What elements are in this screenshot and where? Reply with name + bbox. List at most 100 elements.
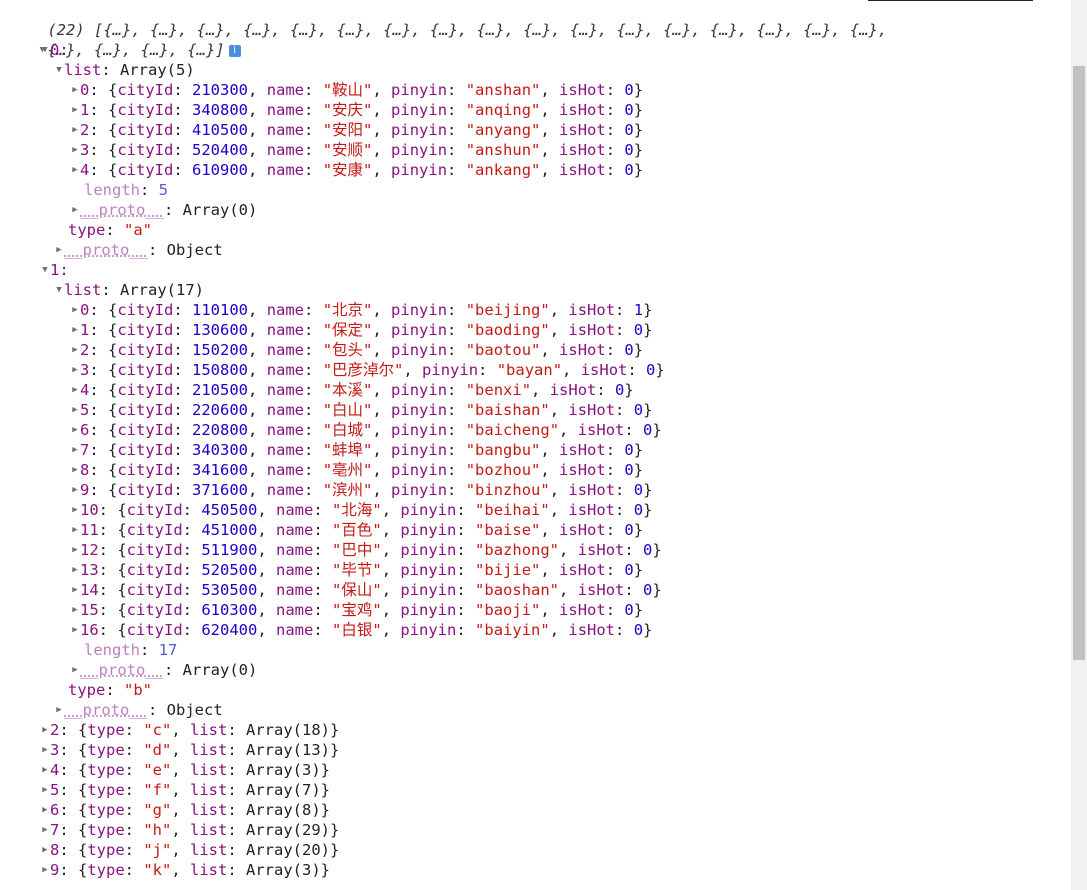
collapsed-group-row[interactable]: ▶ 5: {type: "f", list: Array(7)} [0, 780, 1071, 800]
triangle-right-icon[interactable]: ▶ [70, 540, 80, 561]
list-item[interactable]: ▶ 4: {cityId: 610900, name: "安康", pinyin:… [0, 160, 1071, 180]
triangle-right-icon[interactable]: ▶ [70, 200, 80, 221]
list-item[interactable]: ▶ 2: {cityId: 410500, name: "安阳", pinyin:… [0, 120, 1071, 140]
triangle-down-icon[interactable]: ▼ [54, 280, 64, 301]
triangle-right-icon[interactable]: ▶ [70, 320, 80, 341]
triangle-down-icon[interactable]: ▼ [40, 40, 50, 61]
list-item[interactable]: ▶ 0: {cityId: 210300, name: "鞍山", pinyin:… [0, 80, 1071, 100]
list-item[interactable]: ▶ 0: {cityId: 110100, name: "北京", pinyin:… [0, 300, 1071, 320]
collapsed-group-row[interactable]: ▶ 9: {type: "k", list: Array(3)} [0, 860, 1071, 880]
name-key: name [266, 441, 305, 459]
triangle-right-icon[interactable]: ▶ [70, 620, 80, 641]
triangle-right-icon[interactable]: ▶ [70, 160, 80, 181]
list-item[interactable]: ▶ 4: {cityId: 210500, name: "本溪", pinyin:… [0, 380, 1071, 400]
triangle-right-icon[interactable]: ▶ [40, 840, 50, 861]
triangle-right-icon[interactable]: ▶ [40, 780, 50, 801]
triangle-right-icon[interactable]: ▶ [70, 600, 80, 621]
list-item[interactable]: ▶ 13: {cityId: 520500, name: "毕节", pinyin… [0, 560, 1071, 580]
list-item[interactable]: ▶ 12: {cityId: 511900, name: "巴中", pinyin… [0, 540, 1071, 560]
list-row[interactable]: ▼ list: Array(17) [0, 280, 1071, 300]
list-item[interactable]: ▶ 1: {cityId: 130600, name: "保定", pinyin:… [0, 320, 1071, 340]
triangle-right-icon[interactable]: ▶ [70, 80, 80, 101]
list-item[interactable]: ▶ 7: {cityId: 340300, name: "蚌埠", pinyin:… [0, 440, 1071, 460]
collapsed-group-row[interactable]: ▶ 3: {type: "d", list: Array(13)} [0, 740, 1071, 760]
name-key: name [266, 401, 305, 419]
proto-array-row[interactable]: ▶ __proto__: Array(0) [0, 200, 1071, 220]
triangle-right-icon[interactable]: ▶ [40, 740, 50, 761]
triangle-right-icon[interactable]: ▶ [70, 380, 80, 401]
triangle-right-icon[interactable]: ▶ [40, 800, 50, 821]
list-item[interactable]: ▶ 5: {cityId: 220600, name: "白山", pinyin:… [0, 400, 1071, 420]
triangle-right-icon[interactable]: ▶ [70, 100, 80, 121]
list-item[interactable]: ▶ 3: {cityId: 520400, name: "安顺", pinyin:… [0, 140, 1071, 160]
isHot-key: isHot [559, 441, 606, 459]
name-value: "蚌埠" [322, 441, 373, 459]
list-item[interactable]: ▶ 1: {cityId: 340800, name: "安庆", pinyin:… [0, 100, 1071, 120]
collapsed-group-row[interactable]: ▶ 2: {type: "c", list: Array(18)} [0, 720, 1071, 740]
triangle-right-icon[interactable]: ▶ [40, 820, 50, 841]
collapsed-group-row[interactable]: ▶ 6: {type: "g", list: Array(8)} [0, 800, 1071, 820]
root-summary-row[interactable]: (22) [{…}, {…}, {…}, {…}, {…}, {…}, {…},… [0, 0, 1071, 39]
pinyin-value: "bayan" [496, 361, 563, 379]
triangle-right-icon[interactable]: ▶ [70, 360, 80, 381]
triangle-right-icon[interactable]: ▶ [70, 140, 80, 161]
triangle-right-icon[interactable]: ▶ [54, 700, 64, 721]
type-value: "e" [143, 761, 172, 779]
triangle-right-icon[interactable]: ▶ [70, 520, 80, 541]
group-row-0[interactable]: ▼ 0: [0, 40, 1071, 60]
triangle-right-icon[interactable]: ▶ [40, 860, 50, 881]
collapsed-group-row[interactable]: ▶ 4: {type: "e", list: Array(3)} [0, 760, 1071, 780]
list-item[interactable]: ▶ 9: {cityId: 371600, name: "滨州", pinyin:… [0, 480, 1071, 500]
list-item[interactable]: ▶ 6: {cityId: 220800, name: "白城", pinyin:… [0, 420, 1071, 440]
item-index: 2 [80, 121, 90, 139]
list-item[interactable]: ▶ 15: {cityId: 610300, name: "宝鸡", pinyin… [0, 600, 1071, 620]
scrollbar-thumb[interactable] [1073, 66, 1085, 660]
proto-object-row[interactable]: ▶ __proto__: Object [0, 240, 1071, 260]
triangle-down-icon[interactable]: ▼ [40, 260, 50, 281]
pinyin-key: pinyin [391, 481, 448, 499]
list-item[interactable]: ▶ 2: {cityId: 150200, name: "包头", pinyin:… [0, 340, 1071, 360]
item-index: 4 [80, 381, 90, 399]
list-label: Array(17) [120, 281, 204, 299]
proto-array-row[interactable]: ▶ __proto__: Array(0) [0, 660, 1071, 680]
list-item[interactable]: ▶ 16: {cityId: 620400, name: "白银", pinyin… [0, 620, 1071, 640]
root-summary-row-2[interactable]: ▼ {…}, {…}, {…}, {…}] i [0, 20, 1071, 59]
list-label: Array(5) [120, 61, 195, 79]
isHot-value: 0 [624, 121, 634, 139]
triangle-right-icon[interactable]: ▶ [40, 720, 50, 741]
item-index: 5 [80, 401, 90, 419]
triangle-right-icon[interactable]: ▶ [70, 420, 80, 441]
list-item[interactable]: ▶ 10: {cityId: 450500, name: "北海", pinyin… [0, 500, 1071, 520]
triangle-right-icon[interactable]: ▶ [70, 120, 80, 141]
triangle-right-icon[interactable]: ▶ [40, 760, 50, 781]
collapsed-group-row[interactable]: ▶ 8: {type: "j", list: Array(20)} [0, 840, 1071, 860]
triangle-right-icon[interactable]: ▶ [70, 580, 80, 601]
cityId-value: 340800 [192, 101, 249, 119]
item-index: 10 [80, 501, 99, 519]
proto-object-row[interactable]: ▶ __proto__: Object [0, 700, 1071, 720]
group-index: 3 [50, 741, 60, 759]
item-index: 7 [80, 441, 90, 459]
collapsed-group-row[interactable]: ▶ 7: {type: "h", list: Array(29)} [0, 820, 1071, 840]
cityId-key: cityId [117, 441, 174, 459]
triangle-right-icon[interactable]: ▶ [70, 440, 80, 461]
triangle-right-icon[interactable]: ▶ [70, 560, 80, 581]
item-index: 15 [80, 601, 99, 619]
list-item[interactable]: ▶ 14: {cityId: 530500, name: "保山", pinyin… [0, 580, 1071, 600]
triangle-right-icon[interactable]: ▶ [70, 480, 80, 501]
triangle-right-icon[interactable]: ▶ [70, 400, 80, 421]
group-row-1[interactable]: ▼ 1: [0, 260, 1071, 280]
triangle-right-icon[interactable]: ▶ [70, 340, 80, 361]
triangle-right-icon[interactable]: ▶ [70, 500, 80, 521]
triangle-right-icon[interactable]: ▶ [70, 660, 80, 681]
list-item[interactable]: ▶ 8: {cityId: 341600, name: "亳州", pinyin:… [0, 460, 1071, 480]
vertical-scrollbar[interactable] [1071, 0, 1087, 890]
list-item[interactable]: ▶ 11: {cityId: 451000, name: "百色", pinyin… [0, 520, 1071, 540]
list-row[interactable]: ▼ list: Array(5) [0, 60, 1071, 80]
triangle-right-icon[interactable]: ▶ [54, 240, 64, 261]
list-item[interactable]: ▶ 3: {cityId: 150800, name: "巴彦淖尔", pinyi… [0, 360, 1071, 380]
isHot-key: isHot [559, 561, 606, 579]
triangle-right-icon[interactable]: ▶ [70, 300, 80, 321]
triangle-down-icon[interactable]: ▼ [54, 60, 64, 81]
triangle-right-icon[interactable]: ▶ [70, 460, 80, 481]
